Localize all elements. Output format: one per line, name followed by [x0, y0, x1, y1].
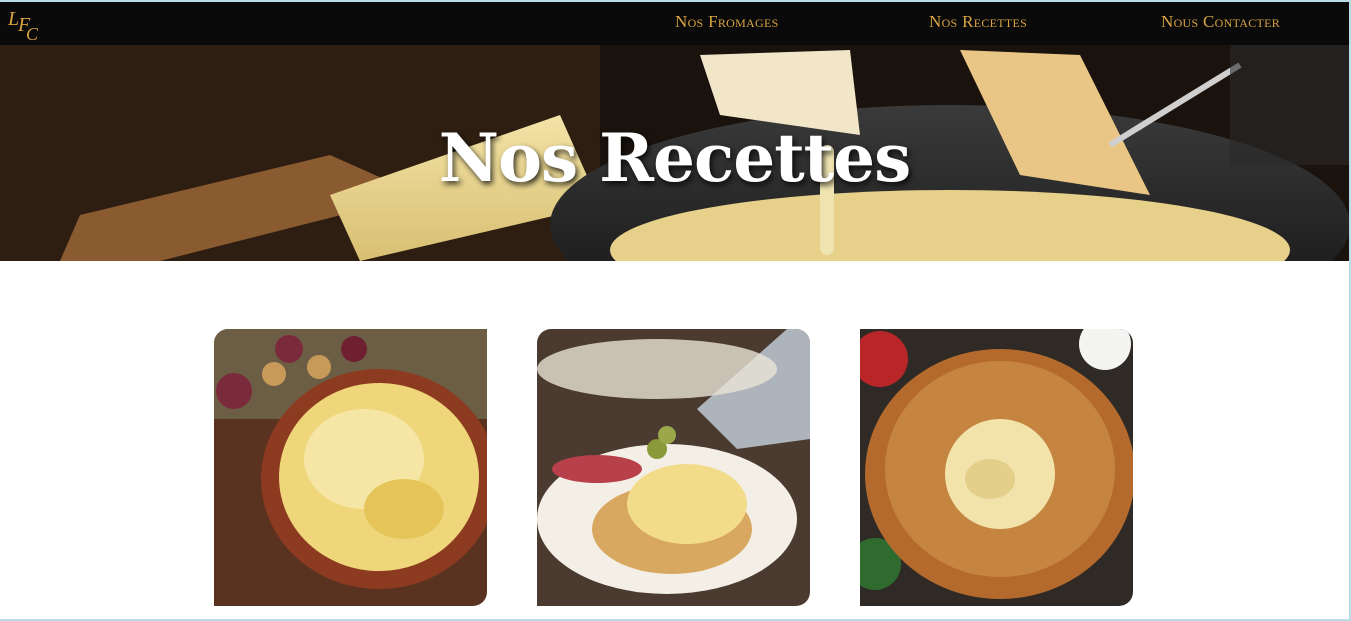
nav-link-fromages[interactable]: Nos Fromages: [675, 12, 779, 32]
hero-banner: Nos Recettes: [0, 45, 1349, 261]
page-title: Nos Recettes: [438, 119, 912, 197]
navbar: L F C Nos Fromages Nos Recettes Nous Con…: [0, 2, 1349, 45]
nav-link-contact[interactable]: Nous Contacter: [1161, 12, 1280, 32]
tartiflette-image: [214, 329, 487, 606]
svg-text:C: C: [26, 24, 39, 43]
nav-link-recettes[interactable]: Nos Recettes: [929, 12, 1027, 32]
raclette-image: [537, 329, 810, 606]
recipe-card-tartiflette[interactable]: [214, 329, 487, 606]
camembert-image: [860, 329, 1133, 606]
recipe-card-raclette[interactable]: [537, 329, 810, 606]
recipe-card-camembert[interactable]: [860, 329, 1133, 606]
logo-icon: L F C: [7, 8, 39, 44]
logo[interactable]: L F C: [6, 5, 44, 44]
